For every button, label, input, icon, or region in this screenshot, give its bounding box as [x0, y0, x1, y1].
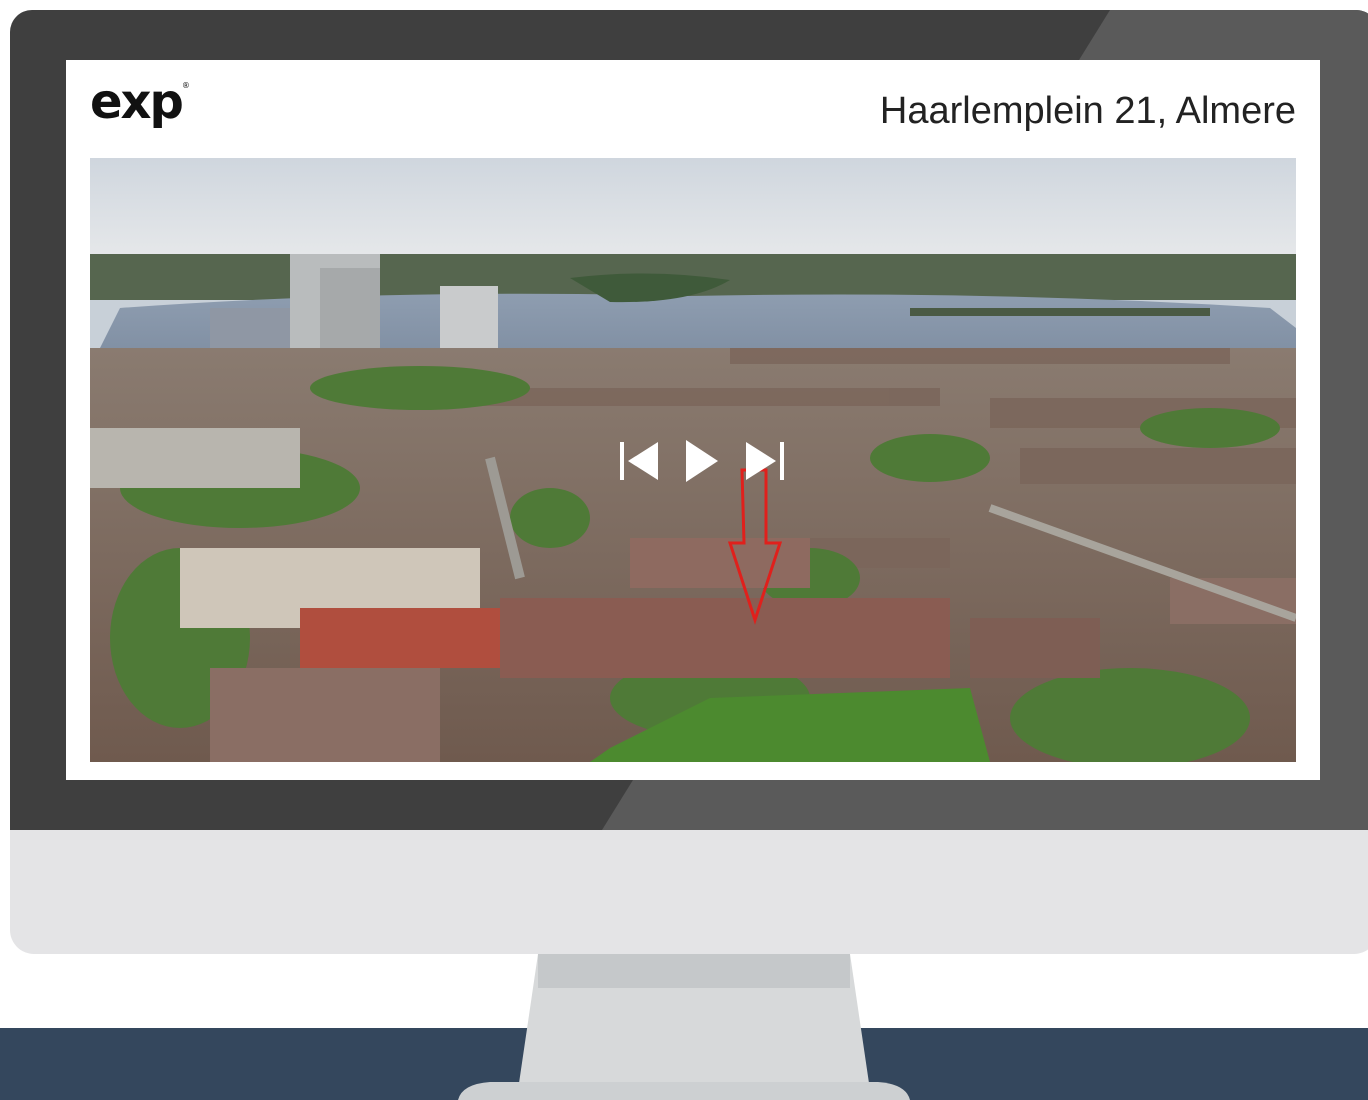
listing-header: exp® Haarlemplein 21, Almere	[66, 60, 1320, 158]
listing-address: Haarlemplein 21, Almere	[879, 90, 1296, 132]
desk-surface	[0, 1028, 1368, 1100]
exp-logo: exp®	[90, 74, 190, 130]
next-icon[interactable]	[742, 438, 786, 484]
play-icon[interactable]	[682, 438, 722, 484]
video-controls	[618, 438, 788, 484]
previous-icon[interactable]	[618, 438, 662, 484]
aerial-photo	[90, 158, 1296, 762]
monitor-screen: exp® Haarlemplein 21, Almere	[66, 60, 1320, 780]
monitor-chin	[10, 830, 1368, 954]
